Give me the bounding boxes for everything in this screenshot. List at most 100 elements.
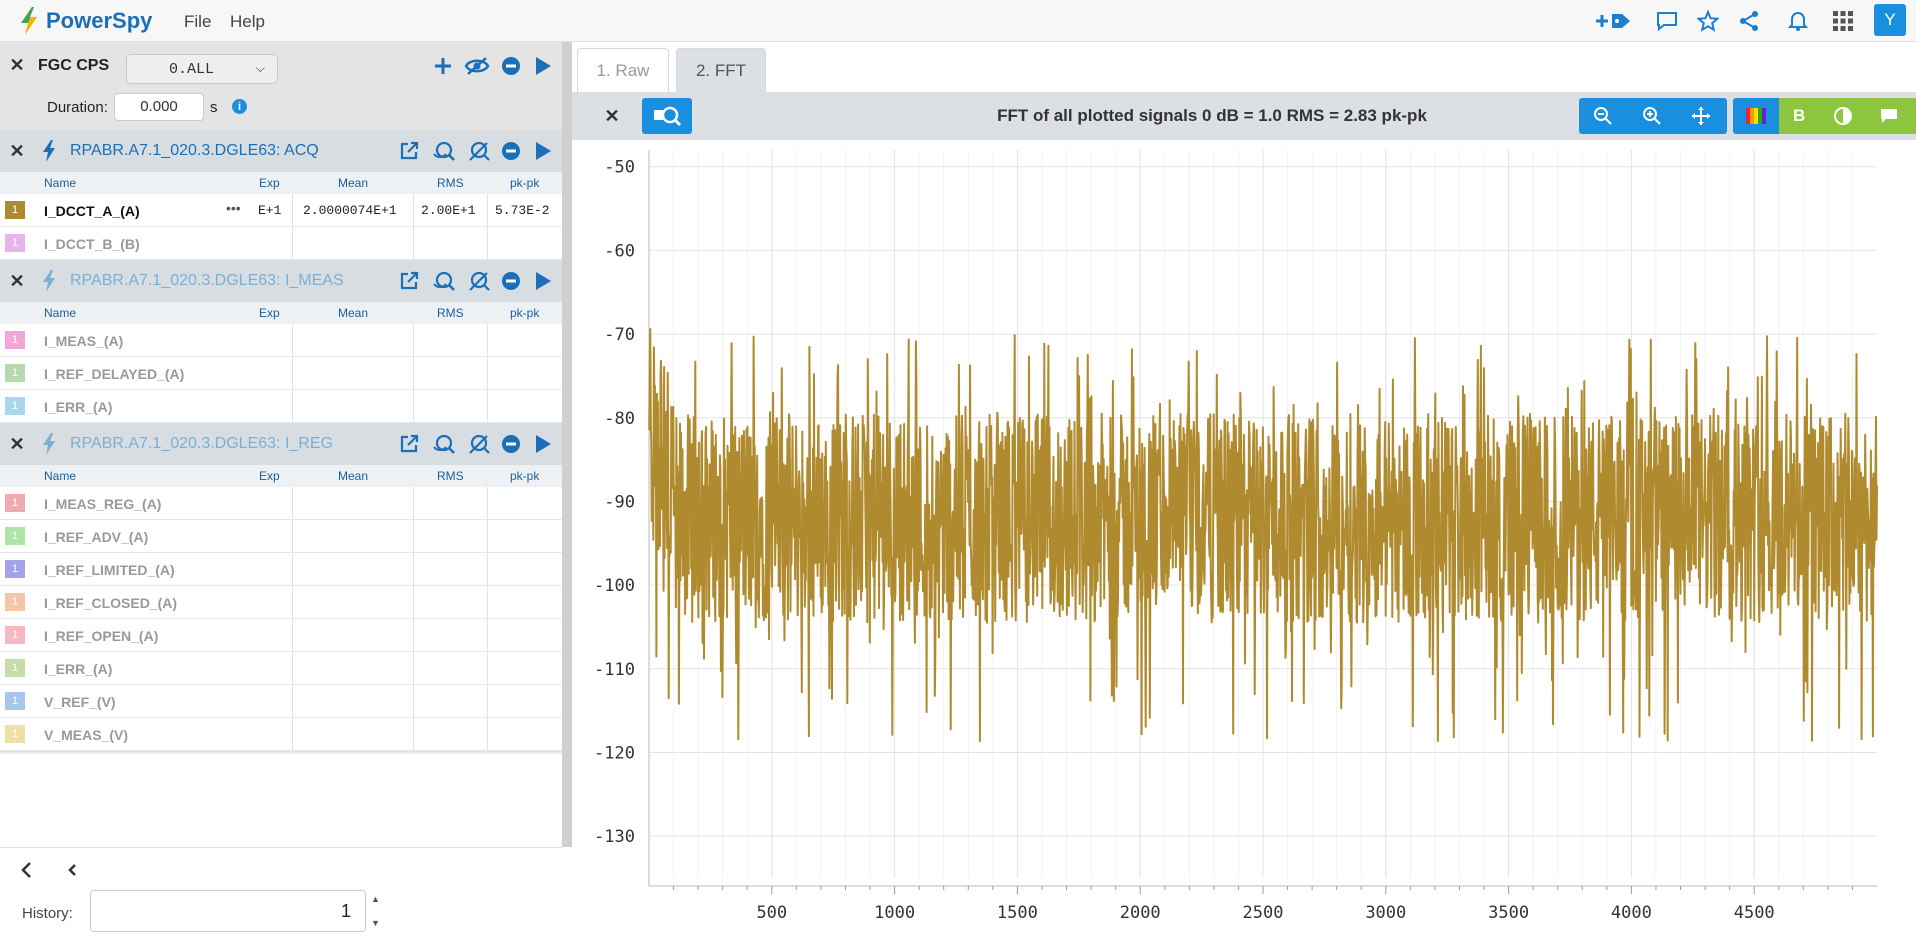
close-group-icon[interactable]: ✕ (8, 434, 26, 454)
info-icon[interactable]: i (232, 99, 247, 114)
signal-color-swatch[interactable]: 1 (5, 659, 25, 677)
signal-color-swatch[interactable]: 1 (5, 397, 25, 415)
zoom-signal-icon[interactable] (431, 138, 457, 164)
cell-divider (487, 586, 488, 618)
signal-row[interactable]: 1 I_REF_ADV_(A) (0, 520, 562, 553)
close-icon[interactable]: ✕ (8, 55, 26, 75)
cell-divider (487, 520, 488, 552)
bolt-icon (21, 7, 37, 35)
unzoom-signal-icon[interactable] (466, 138, 492, 164)
signal-color-swatch[interactable]: 1 (5, 331, 25, 349)
signal-row[interactable]: 1 I_ERR_(A) (0, 652, 562, 685)
zoom-signal-icon[interactable] (431, 431, 457, 457)
chevron-left-small-icon[interactable] (64, 860, 80, 880)
contrast-icon[interactable] (1833, 106, 1853, 131)
signal-color-swatch[interactable]: 1 (5, 527, 25, 545)
menu-help[interactable]: Help (230, 12, 265, 32)
star-icon[interactable] (1695, 9, 1721, 33)
chevron-left-icon[interactable] (18, 860, 34, 880)
open-external-icon[interactable] (396, 431, 422, 457)
play-group-icon[interactable] (530, 138, 556, 164)
add-tag-icon[interactable] (1594, 9, 1634, 33)
share-icon[interactable] (1736, 9, 1762, 33)
cell-divider (413, 586, 414, 618)
remove-group-icon[interactable] (498, 431, 524, 457)
spin-down-icon[interactable]: ▼ (371, 918, 380, 928)
play-group-icon[interactable] (530, 268, 556, 294)
pan-icon[interactable] (1691, 106, 1711, 131)
close-group-icon[interactable]: ✕ (8, 271, 26, 291)
play-group-icon[interactable] (530, 431, 556, 457)
signal-group-title[interactable]: RPABR.A7.1_020.3.DGLE63: I_REG (70, 435, 333, 453)
hide-icon[interactable] (464, 53, 490, 79)
cell-divider (487, 227, 488, 259)
tab-raw[interactable]: 1. Raw (577, 48, 669, 92)
play-icon[interactable] (530, 53, 556, 79)
cell-divider (292, 685, 293, 717)
zoom-in-icon[interactable] (1642, 106, 1662, 131)
signal-group-title[interactable]: RPABR.A7.1_020.3.DGLE63: I_MEAS (70, 272, 344, 290)
signal-color-swatch[interactable]: 1 (5, 725, 25, 743)
remove-icon[interactable] (498, 53, 524, 79)
cell-divider (413, 390, 414, 422)
plot-toolbar: ✕ FFT of all plotted signals 0 dB = 1.0 … (572, 92, 1916, 140)
signal-row[interactable]: 1 I_MEAS_REG_(A) (0, 487, 562, 520)
y-tick-label: -70 (604, 325, 635, 345)
signal-color-swatch[interactable]: 1 (5, 593, 25, 611)
panel-splitter[interactable] (562, 42, 572, 847)
signal-name: I_REF_CLOSED_(A) (44, 595, 178, 611)
app-logo[interactable]: PowerSpy (18, 7, 152, 35)
remove-group-icon[interactable] (498, 268, 524, 294)
signal-color-swatch[interactable]: 1 (5, 364, 25, 382)
signal-row[interactable]: 1 I_DCCT_B_(B) (0, 227, 562, 260)
signal-color-swatch[interactable]: 1 (5, 626, 25, 644)
signal-row[interactable]: 1 I_DCCT_A_(A) ••• E+1 2.0000074E+1 2.00E+1 5.… (0, 194, 562, 227)
add-icon[interactable] (430, 53, 456, 79)
more-options-icon[interactable]: ••• (226, 200, 241, 216)
open-external-icon[interactable] (396, 268, 422, 294)
signal-row[interactable]: 1 I_MEAS_(A) (0, 324, 562, 357)
x-tick-label: 4000 (1611, 903, 1652, 923)
unzoom-signal-icon[interactable] (466, 431, 492, 457)
signal-exp: E+1 (258, 203, 282, 218)
close-group-icon[interactable]: ✕ (8, 141, 26, 161)
zoom-signal-icon[interactable] (431, 268, 457, 294)
signal-color-swatch[interactable]: 1 (5, 692, 25, 710)
user-avatar[interactable]: Y (1874, 4, 1906, 36)
signal-row[interactable]: 1 I_REF_DELAYED_(A) (0, 357, 562, 390)
cell-divider (413, 487, 414, 519)
signal-color-swatch[interactable]: 1 (5, 201, 25, 219)
fft-chart-svg[interactable]: 500 1000 1500 2000 2500 3000 3500 4000 4500 -50 -6… (572, 140, 1916, 935)
signal-color-swatch[interactable]: 1 (5, 234, 25, 252)
apps-grid-icon[interactable] (1830, 9, 1856, 33)
fft-chart[interactable]: 500 1000 1500 2000 2500 3000 3500 4000 4500 -50 -6… (572, 140, 1916, 935)
signal-name: I_REF_OPEN_(A) (44, 628, 159, 644)
signal-group-title[interactable]: RPABR.A7.1_020.3.DGLE63: ACQ (70, 142, 319, 160)
bell-icon[interactable] (1785, 9, 1811, 33)
palette-icon[interactable] (1733, 98, 1779, 134)
spin-up-icon[interactable]: ▲ (371, 894, 380, 904)
open-external-icon[interactable] (396, 138, 422, 164)
zoom-out-icon[interactable] (1593, 106, 1613, 131)
signal-row[interactable]: 1 V_REF_(V) (0, 685, 562, 718)
bold-icon[interactable]: B (1793, 106, 1805, 126)
signal-row[interactable]: 1 I_REF_OPEN_(A) (0, 619, 562, 652)
cell-divider (413, 227, 414, 259)
history-input[interactable]: 1 (90, 890, 366, 932)
duration-input[interactable]: 0.000 (114, 93, 204, 121)
comment-icon[interactable] (1654, 9, 1680, 33)
signal-row[interactable]: 1 I_REF_CLOSED_(A) (0, 586, 562, 619)
signal-color-swatch[interactable]: 1 (5, 560, 25, 578)
remove-group-icon[interactable] (498, 138, 524, 164)
unzoom-signal-icon[interactable] (466, 268, 492, 294)
x-tick-label: 1000 (874, 903, 915, 923)
menu-file[interactable]: File (184, 12, 211, 32)
signal-row[interactable]: 1 V_MEAS_(V) (0, 718, 562, 751)
cell-divider (487, 357, 488, 389)
signal-row[interactable]: 1 I_REF_LIMITED_(A) (0, 553, 562, 586)
signal-row[interactable]: 1 I_ERR_(A) (0, 390, 562, 423)
cycle-selector[interactable]: 0.ALL ⌵ (126, 54, 278, 84)
tab-fft[interactable]: 2. FFT (676, 48, 766, 92)
comment-toggle-icon[interactable] (1879, 107, 1899, 130)
signal-color-swatch[interactable]: 1 (5, 494, 25, 512)
